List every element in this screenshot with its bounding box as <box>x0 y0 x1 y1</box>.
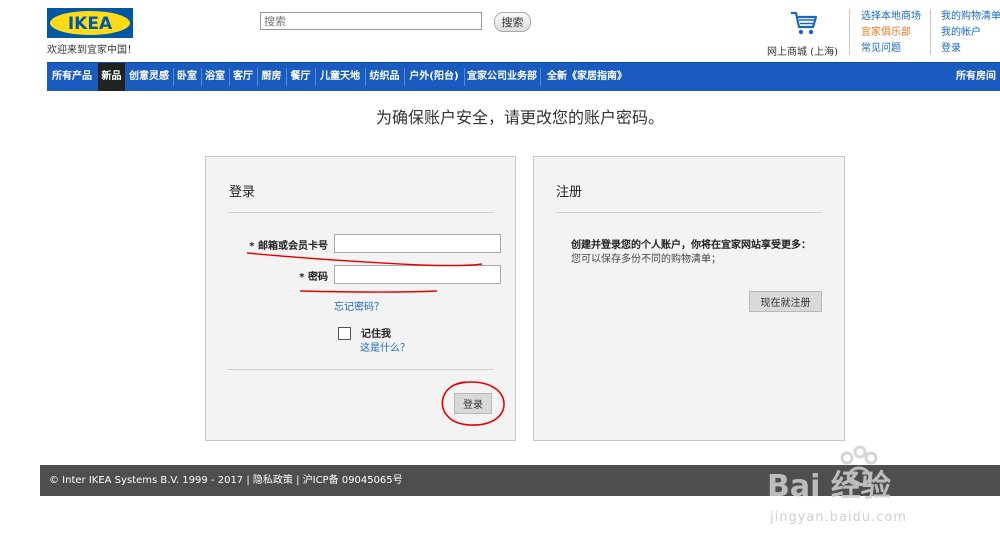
password-field[interactable] <box>334 265 501 284</box>
main-nav: 所有产品 新品 创意灵感 卧室 浴室 客厅 厨房 餐厅 儿童天地 纺织品 户外(… <box>47 62 1000 91</box>
watermark-brand: Bai 经验 <box>767 469 891 504</box>
login-submit-button[interactable]: 登录 <box>454 393 492 414</box>
nav-item-new[interactable]: 新品 <box>98 63 125 91</box>
remember-me-checkbox[interactable] <box>338 327 351 340</box>
nav-item-bathroom[interactable]: 浴室 <box>203 63 227 91</box>
register-heading: 创建并登录您的个人账户，你将在宜家网站享受更多： <box>571 240 811 251</box>
header-divider <box>849 9 850 55</box>
select-store-link[interactable]: 选择本地商场 <box>861 9 921 25</box>
nav-item-bedroom[interactable]: 卧室 <box>175 63 199 91</box>
header-links-store: 选择本地商场 宜家俱乐部 常见问题 <box>861 9 921 57</box>
shopping-list-link[interactable]: 我的购物清单 <box>941 9 1000 25</box>
nav-item-business[interactable]: 宜家公司业务部 <box>466 63 538 91</box>
login-panel: 登录 * 邮箱或会员卡号 * 密码 忘记密码？ 记住我 这是什么？ 登录 <box>205 156 516 441</box>
shopping-cart-icon[interactable] <box>790 10 818 36</box>
welcome-text: 欢迎来到宜家中国！ <box>47 45 137 56</box>
footer-text: © Inter IKEA Systems B.V. 1999 - 2017 | … <box>49 475 403 486</box>
online-store-label: 网上商城 (上海) <box>767 47 838 58</box>
header-login-link[interactable]: 登录 <box>941 41 1000 57</box>
ikea-logo[interactable]: IKEA <box>47 8 133 38</box>
nav-item-catalogue[interactable]: 全新《家居指南》 <box>542 63 632 91</box>
email-label: * 邮箱或会员卡号 <box>249 241 328 252</box>
password-label: * 密码 <box>299 272 328 283</box>
nav-item-dining[interactable]: 餐厅 <box>288 63 313 91</box>
register-title: 注册 <box>556 185 583 200</box>
my-account-link[interactable]: 我的帐户 <box>941 25 1000 41</box>
nav-item-kitchen[interactable]: 厨房 <box>259 63 284 91</box>
ikea-family-link[interactable]: 宜家俱乐部 <box>861 25 921 41</box>
faq-link[interactable]: 常见问题 <box>861 41 921 57</box>
register-desc: 您可以保存多份不同的购物清单； <box>571 254 721 265</box>
header-links-account: 我的购物清单 我的帐户 登录 <box>941 9 1000 57</box>
logo-text: IKEA <box>68 14 113 34</box>
nav-item-outdoor[interactable]: 户外(阳台) <box>406 63 462 91</box>
nav-item-inspiration[interactable]: 创意灵感 <box>127 63 171 91</box>
watermark-url: jingyan.baidu.com <box>770 510 907 525</box>
nav-item-all-products[interactable]: 所有产品 <box>47 63 97 91</box>
register-now-button[interactable]: 现在就注册 <box>749 291 822 312</box>
remember-me-label: 记住我 <box>361 329 391 340</box>
page-title: 为确保账户安全，请更改您的账户密码。 <box>375 108 664 127</box>
search-button[interactable]: 搜索 <box>494 12 531 32</box>
register-panel: 注册 创建并登录您的个人账户，你将在宜家网站享受更多： 您可以保存多份不同的购物… <box>533 156 845 441</box>
header-divider <box>930 9 931 55</box>
forgot-password-link[interactable]: 忘记密码？ <box>334 298 384 313</box>
nav-item-all-rooms[interactable]: 所有房间 <box>952 63 1000 91</box>
whats-this-link[interactable]: 这是什么？ <box>360 339 410 354</box>
search-input[interactable] <box>260 12 482 30</box>
nav-item-kids[interactable]: 儿童天地 <box>317 63 363 91</box>
nav-item-living-room[interactable]: 客厅 <box>231 63 255 91</box>
email-field[interactable] <box>334 234 501 253</box>
login-title: 登录 <box>229 185 256 200</box>
nav-item-textiles[interactable]: 纺织品 <box>367 63 402 91</box>
